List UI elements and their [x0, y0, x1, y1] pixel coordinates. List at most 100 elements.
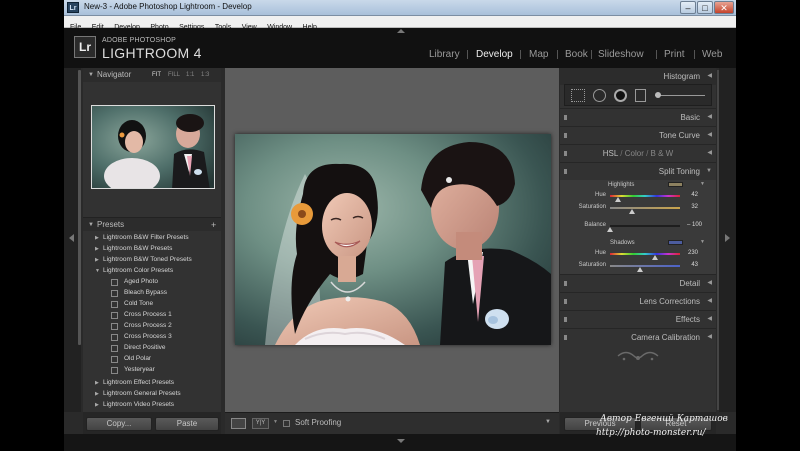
panel-switch-icon[interactable] — [564, 169, 567, 174]
shadows-hue-slider[interactable] — [610, 253, 680, 255]
highlights-saturation-thumb[interactable] — [629, 209, 636, 214]
zoom-fill[interactable]: FILL — [168, 68, 180, 82]
panel-switch-icon[interactable] — [564, 133, 567, 138]
red-eye-icon[interactable] — [614, 89, 627, 102]
module-separator — [467, 50, 468, 59]
presets-header[interactable]: ▼ Presets + — [83, 217, 221, 231]
highlights-saturation-value[interactable]: 32 — [684, 204, 698, 210]
highlights-color-swatch[interactable] — [668, 182, 683, 187]
before-after-button[interactable]: Y|Y — [252, 418, 269, 429]
balance-slider[interactable] — [610, 225, 680, 227]
shadows-disclosure-icon[interactable]: ▼ — [700, 239, 705, 245]
main-photo[interactable] — [235, 134, 551, 345]
paste-button[interactable]: Paste — [155, 417, 219, 431]
panel-switch-icon[interactable] — [564, 335, 567, 340]
left-panel: ▼ Navigator FIT FILL 1:1 1:3 ▼ Presets +… — [83, 68, 221, 412]
preset-folder-bw[interactable]: ▶ Lightroom B&W Presets — [95, 245, 172, 252]
balance-value[interactable]: – 100 — [682, 222, 702, 228]
highlights-saturation-slider[interactable] — [610, 207, 680, 209]
collapse-top-icon[interactable] — [397, 29, 405, 33]
panel-switch-icon[interactable] — [564, 299, 567, 304]
preset-old-polar[interactable]: Old Polar — [124, 355, 151, 362]
preset-cross-process-3[interactable]: Cross Process 3 — [124, 333, 172, 340]
maximize-button[interactable]: □ — [697, 1, 713, 14]
panel-switch-icon[interactable] — [564, 317, 567, 322]
navigator-header[interactable]: ▼ Navigator FIT FILL 1:1 1:3 — [83, 68, 221, 82]
highlights-hue-value[interactable]: 42 — [684, 192, 698, 198]
preset-direct-positive[interactable]: Direct Positive — [124, 344, 166, 351]
module-web[interactable]: Web — [702, 49, 722, 60]
zoom-1-3[interactable]: 1:3 — [201, 68, 209, 82]
adjustment-brush-icon[interactable] — [655, 95, 705, 96]
preset-folder-color[interactable]: ▼ Lightroom Color Presets — [95, 267, 173, 274]
navigator-title: Navigator — [97, 70, 132, 79]
soft-proofing-checkbox[interactable] — [283, 420, 290, 427]
preset-cold-tone[interactable]: Cold Tone — [124, 300, 153, 307]
preset-folder-video[interactable]: ▶ Lightroom Video Presets — [95, 401, 174, 408]
module-map[interactable]: Map — [529, 49, 548, 60]
tab-color[interactable]: Color — [625, 149, 644, 158]
panel-switch-icon[interactable] — [564, 151, 567, 156]
preset-folder-bw-toned[interactable]: ▶ Lightroom B&W Toned Presets — [95, 256, 192, 263]
shadows-hue-value[interactable]: 230 — [684, 250, 698, 256]
module-separator — [557, 50, 558, 59]
spot-removal-icon[interactable] — [593, 89, 606, 102]
add-preset-button[interactable]: + — [211, 218, 216, 232]
preset-folder-general[interactable]: ▶ Lightroom General Presets — [95, 390, 181, 397]
shadows-hue-thumb[interactable] — [651, 255, 658, 260]
brush-dot-icon — [655, 92, 661, 98]
expand-filmstrip-icon[interactable] — [397, 439, 405, 443]
zoom-1-1[interactable]: 1:1 — [186, 68, 194, 82]
shadows-saturation-thumb[interactable] — [637, 267, 644, 272]
toolbar-menu-arrow-icon[interactable]: ▼ — [545, 419, 551, 425]
preset-aged-photo[interactable]: Aged Photo — [124, 278, 158, 285]
collapse-triangle-icon: ◀ — [707, 334, 712, 340]
highlights-disclosure-icon[interactable]: ▼ — [700, 181, 705, 187]
panel-switch-icon[interactable] — [564, 281, 567, 286]
loupe-view-icon[interactable] — [231, 418, 246, 429]
navigator-preview[interactable] — [91, 105, 215, 189]
split-toning-header[interactable]: Split Toning ▼ — [560, 162, 716, 179]
copy-button[interactable]: Copy... — [86, 417, 152, 431]
close-button[interactable]: ✕ — [714, 1, 734, 14]
shadows-saturation-value[interactable]: 43 — [684, 262, 698, 268]
highlights-hue-thumb[interactable] — [615, 197, 622, 202]
split-toning-body: Highlights ▼ Hue 42 Saturation 32 Balanc… — [560, 180, 716, 274]
right-edge-strip[interactable] — [719, 68, 736, 412]
module-book[interactable]: Book — [565, 49, 588, 60]
module-print[interactable]: Print — [664, 49, 685, 60]
balance-thumb[interactable] — [607, 227, 613, 232]
tab-bw[interactable]: B & W — [651, 149, 674, 158]
detail-header[interactable]: Detail ◀ — [560, 274, 716, 291]
graduated-filter-icon[interactable] — [635, 89, 646, 102]
panel-switch-icon[interactable] — [564, 115, 567, 120]
tone-curve-header[interactable]: Tone Curve ◀ — [560, 126, 716, 143]
preset-folder-bw-filter[interactable]: ▶ Lightroom B&W Filter Presets — [95, 234, 189, 241]
shadows-color-swatch[interactable] — [668, 240, 683, 245]
preset-icon — [111, 323, 118, 330]
left-panel-scrollbar[interactable] — [78, 70, 81, 345]
right-panel-scrollbar[interactable] — [717, 70, 719, 410]
lens-corrections-header[interactable]: Lens Corrections ◀ — [560, 292, 716, 309]
hsl-header[interactable]: HSL / Color / B & W ◀ — [560, 144, 716, 161]
preset-folder-effect[interactable]: ▶ Lightroom Effect Presets — [95, 379, 174, 386]
tab-hsl[interactable]: HSL — [603, 149, 618, 158]
preset-cross-process-1[interactable]: Cross Process 1 — [124, 311, 172, 318]
module-slideshow[interactable]: Slideshow — [598, 49, 644, 60]
collapse-right-icon[interactable] — [725, 234, 730, 242]
preset-yesteryear[interactable]: Yesteryear — [124, 366, 155, 373]
histogram-header[interactable]: Histogram ◀ — [560, 68, 716, 85]
shadows-saturation-slider[interactable] — [610, 265, 680, 267]
zoom-fit[interactable]: FIT — [152, 68, 161, 82]
dropdown-arrow-icon[interactable]: ▼ — [273, 419, 278, 425]
crop-tool-icon[interactable] — [571, 89, 585, 102]
collapse-left-icon[interactable] — [69, 234, 74, 242]
effects-header[interactable]: Effects ◀ — [560, 310, 716, 327]
module-library[interactable]: Library — [429, 49, 460, 60]
preset-bleach-bypass[interactable]: Bleach Bypass — [124, 289, 167, 296]
basic-header[interactable]: Basic ◀ — [560, 108, 716, 125]
module-develop[interactable]: Develop — [476, 49, 513, 60]
preset-cross-process-2[interactable]: Cross Process 2 — [124, 322, 172, 329]
minimize-button[interactable]: – — [680, 1, 696, 14]
camera-calibration-header[interactable]: Camera Calibration ◀ — [560, 328, 716, 345]
